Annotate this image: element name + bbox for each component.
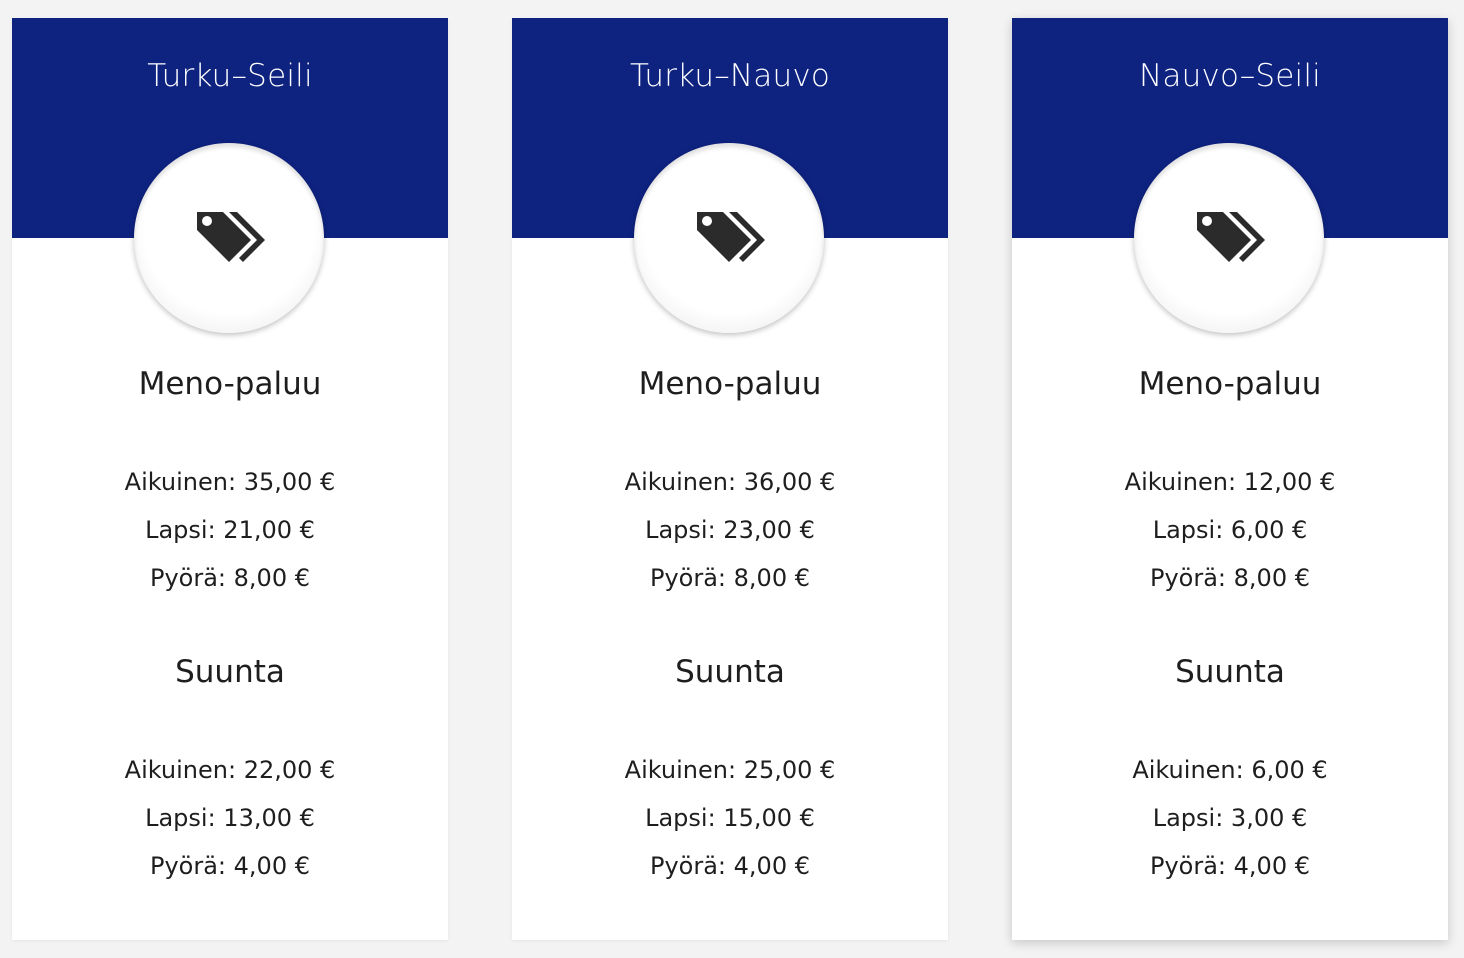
round-trip-title: Meno-paluu <box>1138 366 1322 402</box>
round-trip-adult-price: Aikuinen: 35,00 € <box>124 468 336 496</box>
round-trip-child-price: Lapsi: 6,00 € <box>1152 516 1308 544</box>
one-way-adult-price: Aikuinen: 6,00 € <box>1132 756 1328 784</box>
price-tags-icon <box>697 212 765 262</box>
one-way-bike-price: Pyörä: 4,00 € <box>150 852 310 880</box>
round-trip-adult-price: Aikuinen: 36,00 € <box>624 468 836 496</box>
one-way-bike-price: Pyörä: 4,00 € <box>650 852 810 880</box>
icon-badge <box>634 143 824 333</box>
icon-badge <box>1134 143 1324 333</box>
icon-badge <box>134 143 324 333</box>
round-trip-bike-price: Pyörä: 8,00 € <box>1150 564 1310 592</box>
one-way-adult-price: Aikuinen: 22,00 € <box>124 756 336 784</box>
round-trip-child-price: Lapsi: 23,00 € <box>645 516 815 544</box>
round-trip-title: Meno-paluu <box>638 366 822 402</box>
price-tags-icon <box>197 212 265 262</box>
one-way-title: Suunta <box>675 654 785 690</box>
route-title: Nauvo–Seili <box>1138 58 1321 94</box>
one-way-title: Suunta <box>175 654 285 690</box>
price-tags-icon <box>1197 212 1265 262</box>
one-way-title: Suunta <box>1175 654 1285 690</box>
one-way-adult-price: Aikuinen: 25,00 € <box>624 756 836 784</box>
pricing-card-turku-nauvo: Turku–Nauvo Meno-paluu Aikuinen: 36,00 €… <box>512 18 948 940</box>
route-title: Turku–Seili <box>147 58 313 94</box>
round-trip-child-price: Lapsi: 21,00 € <box>145 516 315 544</box>
route-title: Turku–Nauvo <box>629 58 831 94</box>
round-trip-bike-price: Pyörä: 8,00 € <box>650 564 810 592</box>
one-way-child-price: Lapsi: 13,00 € <box>145 804 315 832</box>
pricing-card-turku-seili: Turku–Seili Meno-paluu Aikuinen: 35,00 €… <box>12 18 448 940</box>
one-way-child-price: Lapsi: 15,00 € <box>645 804 815 832</box>
one-way-bike-price: Pyörä: 4,00 € <box>1150 852 1310 880</box>
round-trip-adult-price: Aikuinen: 12,00 € <box>1124 468 1336 496</box>
round-trip-title: Meno-paluu <box>138 366 322 402</box>
round-trip-bike-price: Pyörä: 8,00 € <box>150 564 310 592</box>
pricing-cards: Turku–Seili Meno-paluu Aikuinen: 35,00 €… <box>0 0 1464 958</box>
one-way-child-price: Lapsi: 3,00 € <box>1152 804 1308 832</box>
pricing-card-nauvo-seili: Nauvo–Seili Meno-paluu Aikuinen: 12,00 €… <box>1012 18 1448 940</box>
